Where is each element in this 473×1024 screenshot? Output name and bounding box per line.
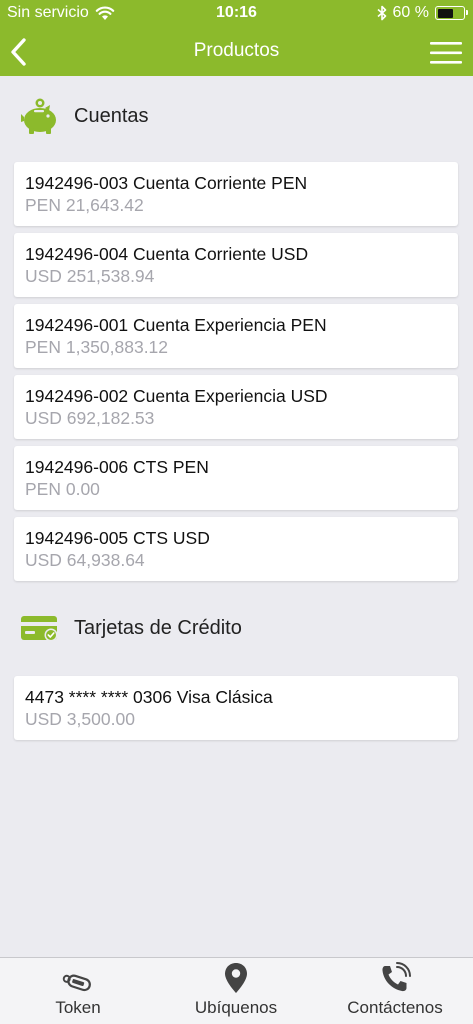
account-name: 1942496-005 CTS USD bbox=[25, 528, 210, 548]
status-right: 60 % bbox=[377, 4, 468, 22]
card-name: 4473 **** **** 0306 Visa Clásica bbox=[25, 687, 273, 707]
account-card[interactable]: 1942496-006 CTS PEN PEN 0.00 bbox=[14, 446, 458, 510]
account-card[interactable]: 1942496-001 Cuenta Experiencia PEN PEN 1… bbox=[14, 304, 458, 368]
battery-level bbox=[437, 8, 453, 18]
account-balance: USD 251,538.94 bbox=[25, 266, 155, 286]
accounts-section-header: Cuentas bbox=[20, 96, 149, 136]
cards-section-header: Tarjetas de Crédito bbox=[20, 612, 242, 644]
bluetooth-icon bbox=[377, 5, 386, 21]
account-name: 1942496-001 Cuenta Experiencia PEN bbox=[25, 315, 327, 335]
cards-section-title: Tarjetas de Crédito bbox=[74, 616, 242, 639]
account-balance: USD 692,182.53 bbox=[25, 408, 155, 428]
bottom-tab-bar: Token Ubíquenos Contáctenos bbox=[0, 957, 473, 1024]
battery-icon bbox=[435, 6, 468, 20]
piggy-bank-icon bbox=[21, 98, 56, 134]
tab-locate[interactable]: Ubíquenos bbox=[186, 958, 286, 1024]
account-balance: PEN 21,643.42 bbox=[25, 195, 144, 215]
card-balance: USD 3,500.00 bbox=[25, 709, 135, 729]
nav-bar: Productos bbox=[0, 28, 473, 76]
account-card[interactable]: 1942496-004 Cuenta Corriente USD USD 251… bbox=[14, 233, 458, 297]
status-bar: Sin servicio 10:16 60 % bbox=[0, 0, 473, 28]
account-name: 1942496-002 Cuenta Experiencia USD bbox=[25, 386, 328, 406]
account-name: 1942496-003 Cuenta Corriente PEN bbox=[25, 173, 308, 193]
tab-contact[interactable]: Contáctenos bbox=[334, 958, 456, 1024]
account-balance: PEN 0.00 bbox=[25, 479, 100, 499]
hamburger-menu-icon bbox=[430, 42, 462, 64]
accounts-section-title: Cuentas bbox=[74, 104, 149, 127]
account-balance: PEN 1,350,883.12 bbox=[25, 337, 169, 357]
account-name: 1942496-006 CTS PEN bbox=[25, 457, 209, 477]
account-name: 1942496-004 Cuenta Corriente USD bbox=[25, 244, 309, 264]
menu-button[interactable] bbox=[429, 40, 463, 66]
tab-token[interactable]: Token bbox=[28, 958, 128, 1024]
tab-contact-label: Contáctenos bbox=[347, 998, 443, 1017]
page-title: Productos bbox=[193, 40, 280, 61]
tab-token-label: Token bbox=[55, 998, 101, 1017]
battery-percent: 60 % bbox=[392, 4, 429, 21]
tab-locate-label: Ubíquenos bbox=[194, 998, 278, 1017]
phone-icon bbox=[382, 962, 411, 992]
top-bar: Sin servicio 10:16 60 % Productos bbox=[0, 0, 473, 76]
token-icon bbox=[62, 974, 91, 992]
account-card[interactable]: 1942496-005 CTS USD USD 64,938.64 bbox=[14, 517, 458, 581]
credit-card-item[interactable]: 4473 **** **** 0306 Visa Clásica USD 3,5… bbox=[14, 676, 458, 740]
account-card[interactable]: 1942496-002 Cuenta Experiencia USD USD 6… bbox=[14, 375, 458, 439]
credit-card-icon bbox=[21, 616, 58, 642]
account-card[interactable]: 1942496-003 Cuenta Corriente PEN PEN 21,… bbox=[14, 162, 458, 226]
account-balance: USD 64,938.64 bbox=[25, 550, 145, 570]
location-pin-icon bbox=[225, 963, 247, 993]
